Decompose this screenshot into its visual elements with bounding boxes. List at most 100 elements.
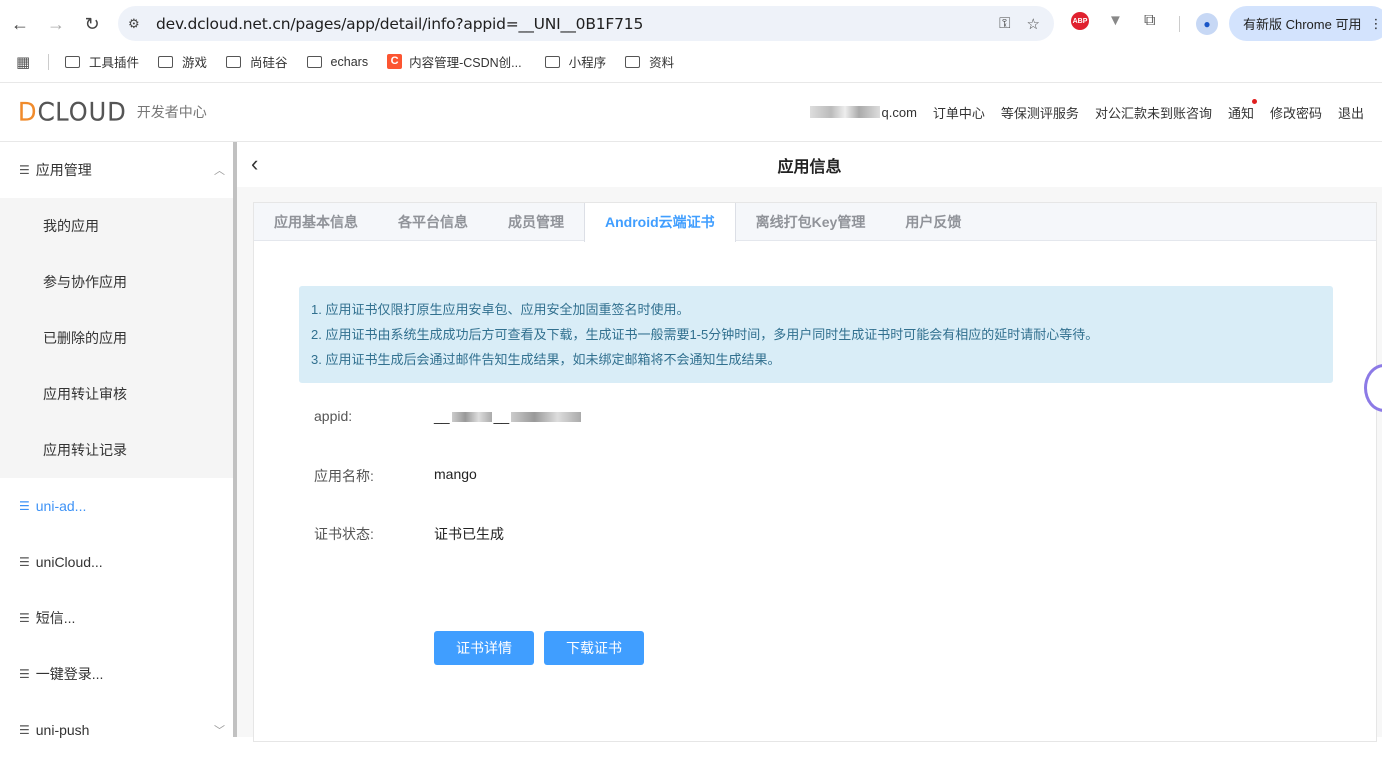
bookmark-link[interactable]: C 内容管理-CSDN创...: [387, 52, 522, 71]
bookmark-label: echars: [330, 54, 369, 69]
appid-value: __ __: [434, 408, 583, 424]
folder-icon: [65, 55, 80, 68]
tab-members[interactable]: 成员管理: [488, 203, 584, 241]
sidebar-item-transfer-records[interactable]: 应用转让记录: [0, 422, 233, 478]
notice-line: 3. 应用证书生成后会通过邮件告知生成结果，如未绑定邮箱将不会通知生成结果。: [311, 352, 781, 367]
app-name-value: mango: [434, 466, 477, 482]
header-link-notifications[interactable]: 通知: [1227, 98, 1257, 122]
vue-devtools-icon[interactable]: ▼: [1108, 12, 1123, 29]
more-menu-icon[interactable]: ⋮: [1369, 16, 1382, 32]
chevron-down-icon: ﹀: [214, 725, 225, 737]
sidebar-group-one-click-login[interactable]: ☰ 一键登录...: [0, 646, 233, 702]
bookmark-folder[interactable]: 游戏: [158, 52, 207, 71]
blurred-email: [809, 106, 880, 118]
bookmark-label: 尚硅谷: [250, 56, 288, 70]
bookmark-folder[interactable]: 工具插件: [65, 52, 139, 71]
sidebar-group-unicloud[interactable]: ☰ uniCloud...: [0, 534, 233, 590]
notifications-label: 通知: [1227, 105, 1254, 121]
bookmark-label: 资料: [649, 56, 675, 70]
sidebar: ☰ 应用管理 ︿ 我的应用 参与协作应用 已删除的应用 应用转让审核 应用转让记…: [0, 142, 233, 738]
page-title: 应用信息: [777, 158, 842, 176]
reload-icon[interactable]: ↻: [74, 6, 110, 42]
tab-platform-info[interactable]: 各平台信息: [378, 203, 488, 241]
tab-bar: 应用基本信息 各平台信息 成员管理 Android云端证书 离线打包Key管理 …: [254, 203, 1376, 242]
app-name-label: 应用名称:: [314, 468, 374, 484]
list-icon: ☰: [19, 723, 30, 737]
sidebar-group-app-management[interactable]: ☰ 应用管理 ︿: [0, 142, 233, 198]
dcloud-logo[interactable]: DCLOUD: [17, 97, 127, 126]
bookmark-folder[interactable]: echars: [306, 54, 369, 69]
sidebar-group-sms[interactable]: ☰ 短信...: [0, 590, 233, 646]
adblock-icon[interactable]: ABP: [1071, 12, 1089, 30]
bookmarks-divider: [48, 53, 49, 70]
folder-icon: [544, 55, 560, 68]
unread-dot: [1251, 98, 1257, 104]
bookmark-folder[interactable]: 尚硅谷: [226, 52, 288, 71]
sidebar-item-deleted-apps[interactable]: 已删除的应用: [0, 310, 233, 366]
list-icon: ☰: [19, 611, 30, 625]
appid-label: appid:: [314, 408, 353, 424]
tab-offline-key[interactable]: 离线打包Key管理: [736, 203, 886, 241]
browser-toolbar: ← → ↻ ⚙ dev.dcloud.net.cn/pages/app/deta…: [0, 0, 1382, 48]
address-bar[interactable]: ⚙ dev.dcloud.net.cn/pages/app/detail/inf…: [118, 6, 1054, 41]
bookmark-folder[interactable]: 小程序: [544, 52, 607, 71]
extensions-icon[interactable]: ⧉: [1144, 12, 1155, 30]
cert-status-value: 证书已生成: [434, 526, 504, 542]
sidebar-group-label: 应用管理: [35, 162, 92, 178]
sidebar-group-uni-push[interactable]: ☰ uni-push ﹀: [0, 702, 233, 758]
site-header: DCLOUD 开发者中心 q.com 订单中心 等保测评服务 对公汇款未到账咨询…: [0, 82, 1382, 142]
cert-detail-button[interactable]: 证书详情: [434, 631, 534, 665]
forward-icon[interactable]: →: [38, 6, 74, 42]
appid-prefix: __: [493, 408, 510, 424]
back-icon[interactable]: ←: [2, 6, 38, 42]
bookmark-label: 小程序: [568, 56, 607, 70]
sidebar-group-label: uni-push: [35, 722, 90, 738]
site-info-icon[interactable]: ⚙: [128, 16, 150, 32]
header-link-password[interactable]: 修改密码: [1270, 103, 1322, 122]
key-icon[interactable]: ⚿: [999, 15, 1010, 32]
cert-status-label: 证书状态:: [314, 526, 374, 542]
sidebar-group-label: 短信...: [35, 610, 76, 626]
header-link-logout[interactable]: 退出: [1338, 103, 1364, 122]
update-label: 有新版 Chrome 可用: [1243, 17, 1362, 32]
sidebar-item-collab-apps[interactable]: 参与协作应用: [0, 254, 233, 310]
back-arrow-icon[interactable]: ‹: [251, 151, 258, 177]
bookmarks-bar: ▦ 工具插件 游戏 尚硅谷 echars C 内容管理-CSDN创... 小程序 …: [0, 48, 1382, 75]
blurred-appid: [451, 412, 492, 423]
blurred-appid: [511, 412, 582, 423]
tab-basic-info[interactable]: 应用基本信息: [254, 203, 378, 241]
sidebar-group-label: uniCloud...: [35, 554, 103, 570]
sidebar-group-uni-ad[interactable]: ☰ uni-ad...: [0, 478, 233, 534]
url-text: dev.dcloud.net.cn/pages/app/detail/info?…: [156, 14, 644, 33]
header-link-security[interactable]: 等保测评服务: [1001, 103, 1079, 122]
sidebar-item-transfer-review[interactable]: 应用转让审核: [0, 366, 233, 422]
tab-feedback[interactable]: 用户反馈: [885, 203, 981, 241]
appid-row: appid: __ __: [314, 408, 583, 424]
download-cert-button[interactable]: 下载证书: [544, 631, 644, 665]
notice-line: 1. 应用证书仅限打原生应用安卓包、应用安全加固重签名时使用。: [311, 302, 690, 317]
email-suffix: q.com: [881, 104, 917, 120]
folder-icon: [625, 55, 641, 68]
list-icon: ☰: [19, 667, 30, 681]
header-link-orders[interactable]: 订单中心: [933, 103, 985, 122]
star-icon[interactable]: ☆: [1027, 15, 1040, 33]
sidebar-item-my-apps[interactable]: 我的应用: [0, 198, 233, 254]
user-email[interactable]: q.com: [809, 104, 917, 120]
toolbar-divider: [1179, 16, 1180, 32]
tab-android-cert[interactable]: Android云端证书: [584, 203, 736, 242]
sidebar-submenu: 我的应用 参与协作应用 已删除的应用 应用转让审核 应用转让记录: [0, 198, 233, 478]
profile-avatar-icon[interactable]: ●: [1196, 13, 1218, 35]
header-link-remittance[interactable]: 对公汇款未到账咨询: [1095, 103, 1212, 122]
notice-line: 2. 应用证书由系统生成成功后方可查看及下载，生成证书一般需要1-5分钟时间，多…: [311, 327, 1099, 342]
app-name-row: 应用名称: mango: [314, 466, 477, 486]
folder-icon: [306, 55, 322, 68]
chrome-update-button[interactable]: 有新版 Chrome 可用 ⋮: [1229, 6, 1382, 41]
sidebar-group-label: uni-ad...: [35, 498, 87, 514]
list-icon: ☰: [19, 555, 30, 569]
main-content: ‹ 应用信息 应用基本信息 各平台信息 成员管理 Android云端证书 离线打…: [237, 142, 1382, 742]
apps-grid-icon[interactable]: ▦: [16, 53, 32, 71]
appid-prefix: __: [434, 408, 450, 424]
list-icon: ☰: [19, 499, 30, 513]
bookmark-folder[interactable]: 资料: [625, 52, 674, 71]
site-subtitle: 开发者中心: [136, 104, 207, 120]
